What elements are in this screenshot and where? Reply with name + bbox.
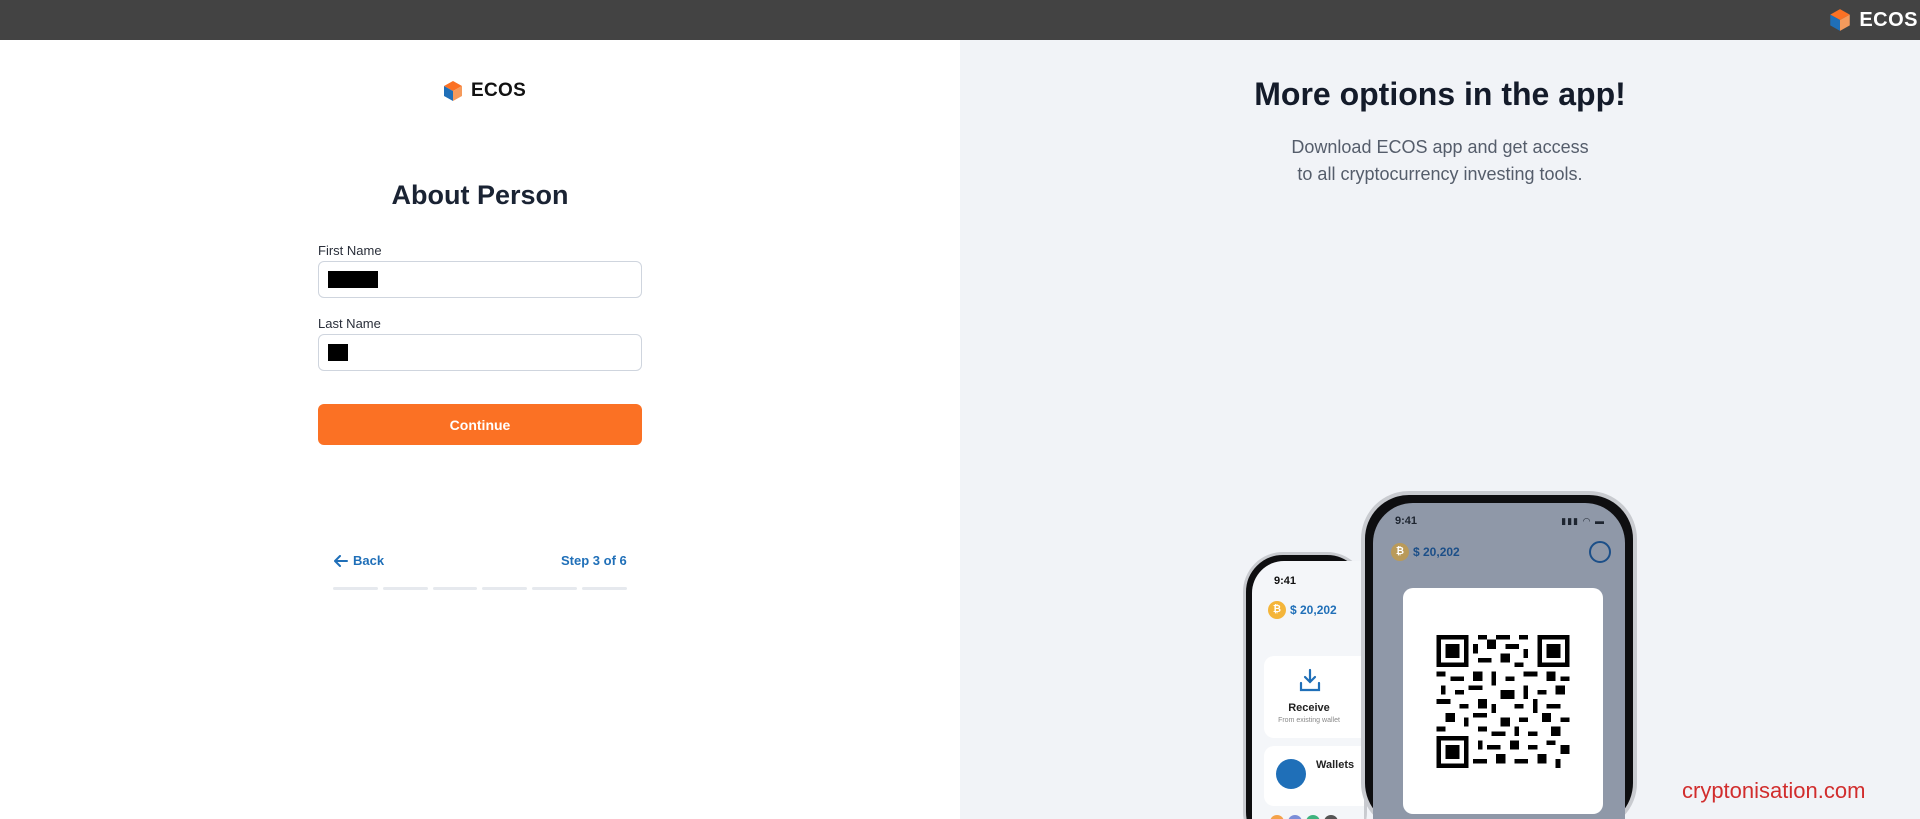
bitcoin-icon: ₿ bbox=[1268, 601, 1286, 619]
ecos-cube-icon bbox=[444, 81, 462, 101]
topbar-logo[interactable]: ECOS bbox=[1827, 0, 1920, 40]
back-label: Back bbox=[353, 553, 385, 568]
bitcoin-icon: ₿ bbox=[1391, 543, 1409, 561]
continue-button[interactable]: Continue bbox=[318, 404, 642, 445]
first-name-field[interactable] bbox=[318, 261, 642, 298]
back-link[interactable]: Back bbox=[334, 553, 384, 568]
phone-mockup-front: 9:41 ▮▮▮ ◠ ▬ ₿ $ 20,202 bbox=[1361, 491, 1637, 819]
redacted-value bbox=[328, 344, 348, 361]
wallets-card: Wallets bbox=[1264, 746, 1364, 806]
progress-segment bbox=[482, 587, 528, 590]
coin-icon bbox=[1270, 815, 1284, 819]
phone-screen: 9:41 ▮▮▮ ◠ ▬ ₿ $ 20,202 bbox=[1373, 503, 1625, 819]
qr-card[interactable] bbox=[1403, 588, 1603, 814]
phone-time: 9:41 bbox=[1274, 575, 1297, 587]
receive-sub: From existing wallet bbox=[1278, 717, 1340, 724]
coin-icon bbox=[1324, 815, 1338, 819]
promo-title: More options in the app! bbox=[1254, 76, 1626, 112]
progress-segment bbox=[432, 587, 478, 590]
receive-card: Receive From existing wallet bbox=[1264, 656, 1364, 738]
app-promo-panel: More options in the app! Download ECOS a… bbox=[960, 40, 1920, 819]
progress-segment bbox=[582, 587, 627, 590]
progress-segment bbox=[532, 587, 578, 590]
phone-balance: $ 20,202 bbox=[1413, 545, 1460, 559]
redacted-value bbox=[328, 271, 378, 288]
last-name-field[interactable] bbox=[318, 334, 642, 371]
ecos-cube-icon bbox=[1830, 9, 1851, 31]
status-icons: ▮▮▮ ◠ ▬ bbox=[1561, 516, 1605, 526]
qr-code bbox=[1436, 635, 1570, 768]
step-indicator: Step 3 of 6 bbox=[561, 553, 627, 568]
page-title: About Person bbox=[391, 180, 569, 210]
wallet-icon bbox=[1276, 759, 1306, 789]
profile-icon bbox=[1589, 541, 1611, 563]
form-panel: ECOS About Person First Name Last Name C… bbox=[0, 40, 960, 819]
last-name-label: Last Name bbox=[318, 316, 381, 331]
phone-screen: 9:41 ₿ $ 20,202 Receive From existing wa… bbox=[1252, 561, 1364, 819]
arrow-left-icon bbox=[334, 554, 348, 567]
phone-time: 9:41 bbox=[1395, 515, 1418, 527]
promo-description: Download ECOS app and get access to all … bbox=[1291, 137, 1589, 184]
brand-text: ECOS bbox=[471, 80, 527, 101]
brand-logo: ECOS bbox=[441, 78, 526, 104]
phone-mockup-back: 9:41 ₿ $ 20,202 Receive From existing wa… bbox=[1243, 552, 1367, 819]
top-bar: ECOS bbox=[0, 0, 1920, 40]
phone-balance: $ 20,202 bbox=[1290, 603, 1337, 617]
watermark-text: cryptonisation.com bbox=[1682, 778, 1866, 803]
topbar-brand-text: ECOS bbox=[1859, 8, 1918, 31]
step-progress bbox=[333, 587, 627, 590]
receive-label: Receive bbox=[1288, 702, 1330, 714]
wallets-label: Wallets bbox=[1316, 759, 1355, 771]
coin-icon bbox=[1288, 815, 1302, 819]
download-icon bbox=[1299, 668, 1321, 692]
progress-segment bbox=[333, 587, 378, 590]
coin-icon bbox=[1306, 815, 1320, 819]
first-name-label: First Name bbox=[318, 243, 382, 258]
progress-segment bbox=[382, 587, 428, 590]
coin-icons bbox=[1270, 815, 1338, 819]
